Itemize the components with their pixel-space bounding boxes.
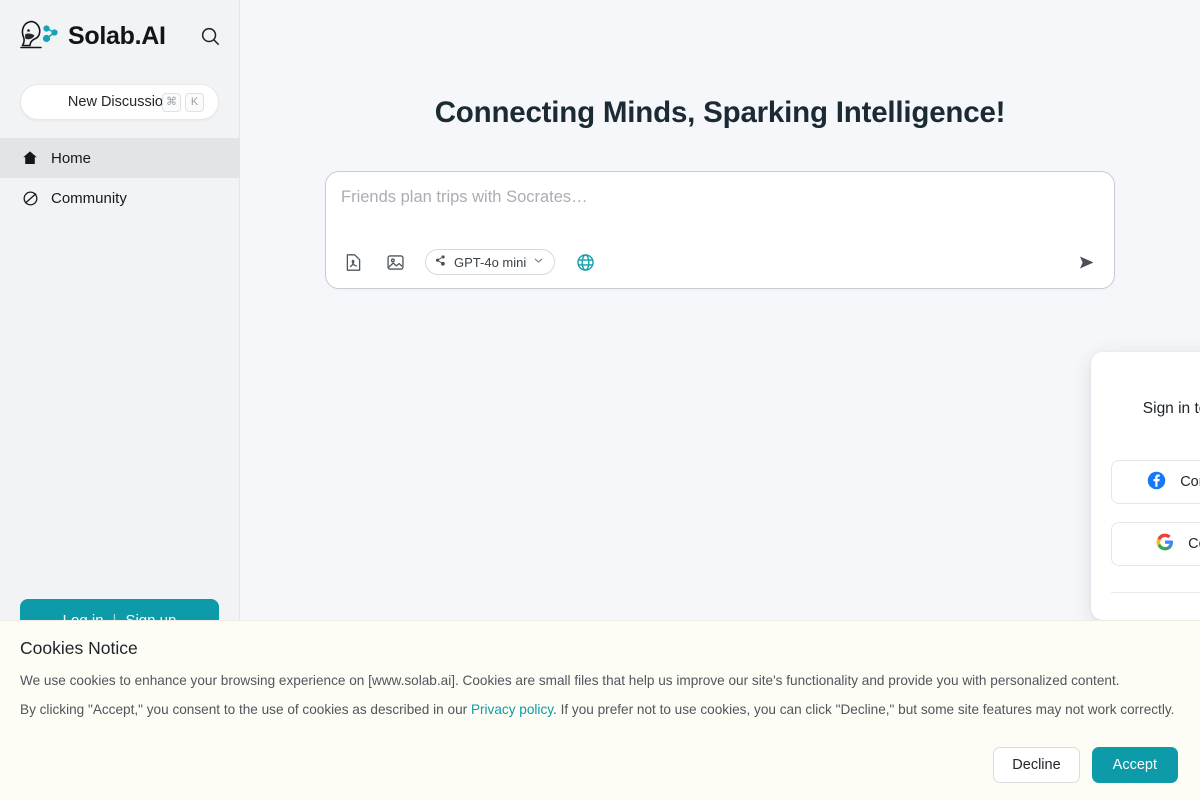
cookie-para2-before: By clicking "Accept," you consent to the… xyxy=(20,701,471,717)
cookie-actions: Decline Accept xyxy=(993,747,1178,783)
sidebar-item-home-label: Home xyxy=(51,149,92,167)
signin-modal: Sign in to discover more and connect Con… xyxy=(1091,352,1200,620)
model-selector[interactable]: GPT-4o mini xyxy=(425,249,556,275)
new-discussion-label: New Discussion xyxy=(67,94,172,110)
cookie-banner: Cookies Notice We use cookies to enhance… xyxy=(0,620,1200,800)
search-icon[interactable] xyxy=(195,21,225,51)
cookie-paragraph-1: We use cookies to enhance your browsing … xyxy=(20,673,1120,688)
app-root: Solab.AI New Discussion ⌘ K Home Communi… xyxy=(0,0,1200,800)
decline-button[interactable]: Decline xyxy=(993,747,1080,783)
model-node-icon xyxy=(433,253,448,271)
google-icon xyxy=(1155,532,1175,556)
home-icon xyxy=(20,148,40,168)
globe-icon[interactable] xyxy=(573,250,597,274)
kbd-key: K xyxy=(185,92,204,112)
or-line-left xyxy=(1111,591,1200,593)
sidebar-item-community[interactable]: Community xyxy=(0,178,239,218)
socrates-node-logo-icon xyxy=(18,16,62,56)
send-button[interactable] xyxy=(1072,248,1100,276)
brand-name: Solab.AI xyxy=(68,21,166,50)
cookie-banner-title: Cookies Notice xyxy=(20,638,138,658)
sidebar-nav: Home Community xyxy=(0,138,239,218)
prompt-composer: GPT-4o mini xyxy=(325,171,1115,289)
or-divider: OR xyxy=(1111,585,1200,599)
brand-row: Solab.AI xyxy=(0,0,239,72)
sidebar-item-community-label: Community xyxy=(51,189,127,207)
privacy-policy-link[interactable]: Privacy policy xyxy=(471,702,553,717)
google-button-label: Continue with Google xyxy=(1188,536,1200,552)
kbd-modifier: ⌘ xyxy=(162,92,181,112)
prompt-input[interactable] xyxy=(341,188,1099,207)
cookie-para2-after: . If you prefer not to use cookies, you … xyxy=(553,701,1175,717)
planet-icon xyxy=(20,188,40,208)
continue-with-facebook-button[interactable]: Continue with Facebook xyxy=(1111,460,1200,504)
composer-toolbar: GPT-4o mini xyxy=(341,249,597,275)
continue-with-google-button[interactable]: Continue with Google xyxy=(1111,522,1200,566)
page-title: Connecting Minds, Sparking Intelligence! xyxy=(434,96,1006,129)
model-label: GPT-4o mini xyxy=(454,254,527,270)
attach-image-icon[interactable] xyxy=(383,250,407,274)
cookie-paragraph-2: By clicking "Accept," you consent to the… xyxy=(20,701,1178,720)
new-discussion-button[interactable]: New Discussion ⌘ K xyxy=(20,84,219,120)
sidebar-item-home[interactable]: Home xyxy=(0,138,239,178)
facebook-icon xyxy=(1146,470,1167,495)
accept-button[interactable]: Accept xyxy=(1091,747,1178,783)
attach-pdf-icon[interactable] xyxy=(341,250,365,274)
signin-modal-title: Sign in to discover more and connect xyxy=(1142,400,1200,417)
new-discussion-shortcut: ⌘ K xyxy=(162,92,204,112)
chevron-down-icon xyxy=(532,254,545,270)
facebook-button-label: Continue with Facebook xyxy=(1180,474,1200,490)
